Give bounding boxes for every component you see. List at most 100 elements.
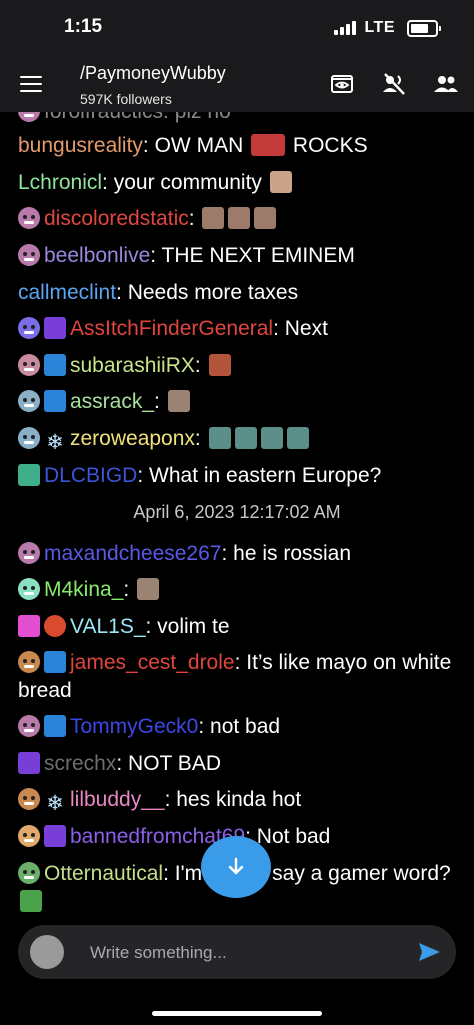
chat-message: callmeclint: Needs more taxes [18, 279, 458, 307]
user-badge-icon [18, 788, 40, 810]
chat-username[interactable]: Otternautical [44, 862, 163, 885]
chat-message: TommyGeck0: not bad [18, 713, 458, 741]
chat-username[interactable]: forolfrauctics [44, 112, 163, 123]
chat-message: james_cest_drole: It’s like mayo on whit… [18, 649, 458, 705]
chat-message: discoloredstatic: [18, 205, 458, 233]
chat-username[interactable]: discoloredstatic [44, 207, 189, 230]
message-text: : [188, 207, 201, 230]
snowflake-badge-icon: ❄ [46, 792, 64, 815]
chat-username[interactable]: lilbuddy__ [70, 788, 165, 811]
channel-name[interactable]: /PaymoneyWubby [80, 63, 226, 84]
emote-icon [234, 427, 257, 449]
subscriber-badge-icon [44, 825, 66, 847]
scroll-to-bottom-button[interactable] [201, 836, 271, 898]
status-bar: 1:15 LTE [0, 0, 474, 56]
message-text: : NOT BAD [116, 752, 221, 775]
user-badge-icon [18, 651, 40, 673]
emote-icon [254, 207, 277, 229]
chat-username[interactable]: subarashiiRX [70, 354, 195, 377]
chat-message: AssItchFinderGeneral: Next [18, 315, 458, 343]
chat-username[interactable]: AssItchFinderGeneral [70, 317, 273, 340]
emote-icon [251, 134, 286, 156]
user-badge-icon [18, 427, 40, 449]
message-text: : your community [102, 171, 268, 194]
mute-audio-icon[interactable] [380, 70, 408, 98]
chat-username[interactable]: M4kina_ [44, 578, 123, 601]
chat-username[interactable]: TommyGeck0 [70, 715, 198, 738]
user-badge-icon [18, 542, 40, 564]
chat-message: M4kina_: [18, 576, 458, 604]
message-text: : not bad [198, 715, 281, 738]
message-text: : plz no [163, 112, 231, 123]
message-composer [18, 925, 456, 979]
battery-icon [407, 19, 441, 37]
message-text: : OW MAN [142, 134, 250, 157]
message-text: : [123, 578, 136, 601]
network-type: LTE [364, 19, 395, 36]
moderator-badge-icon [18, 464, 40, 486]
send-icon[interactable] [416, 939, 442, 965]
chat-username[interactable]: james_cest_drole [70, 651, 235, 674]
chat-username[interactable]: bungusreality [18, 134, 143, 157]
emote-icon [228, 207, 251, 229]
chat-message: Lchronicl: your community [18, 169, 458, 197]
crown-badge-icon [44, 354, 66, 376]
chat-message: VAL1S_: volim te [18, 613, 458, 641]
message-text: : Next [273, 317, 328, 340]
emote-icon [208, 427, 231, 449]
emote-icon [137, 578, 160, 600]
chat-message: bungusreality: OW MAN ROCKS [18, 132, 458, 160]
user-badge-icon [18, 244, 40, 266]
arrow-down-icon [228, 857, 244, 875]
emote-icon [20, 890, 42, 912]
emote-icon [269, 171, 292, 193]
chat-header: /PaymoneyWubby 597K followers [0, 56, 474, 112]
chat-message: ❄ lilbuddy__: hes kinda hot [18, 786, 458, 815]
user-badge-icon [18, 825, 40, 847]
chat-timestamp: April 6, 2023 12:17:02 AM [133, 502, 341, 522]
user-badge-icon [18, 354, 40, 376]
chat-username[interactable]: VAL1S_ [70, 615, 146, 638]
message-text: ROCKS [287, 134, 368, 157]
user-badge-icon [18, 390, 40, 412]
user-badge-icon [18, 862, 40, 884]
chat-message: maxandcheese267: he is rossian [18, 540, 458, 568]
chat-message: subarashiiRX: [18, 352, 458, 380]
chat-message: beelbonlive: THE NEXT EMINEM [18, 242, 458, 270]
chat-message: assrack_: [18, 388, 458, 416]
hamburger-menu-icon[interactable] [20, 76, 42, 92]
emote-icon [202, 207, 225, 229]
emote-icon [208, 354, 231, 376]
emote-icon [167, 390, 190, 412]
message-text: : Needs more taxes [116, 281, 299, 304]
theater-mode-icon[interactable] [328, 70, 356, 98]
chat-username[interactable]: assrack_ [70, 390, 154, 413]
chat-username[interactable]: DLCBIGD [44, 464, 137, 487]
status-time: 1:15 [64, 16, 103, 37]
chat-username[interactable]: screchx [44, 752, 116, 775]
chat-message: ❄ zeroweaponx: [18, 425, 458, 454]
dragon-badge-icon [44, 615, 66, 637]
followers-count: 597K followers [80, 91, 172, 107]
chat-username[interactable]: beelbonlive [44, 244, 150, 267]
chat-username[interactable]: callmeclint [18, 281, 116, 304]
chat-username[interactable]: zeroweaponx [70, 427, 195, 450]
status-indicators: LTE [334, 19, 441, 37]
message-text: : volim te [145, 615, 230, 638]
message-input[interactable] [88, 939, 392, 967]
user-badge-icon [18, 578, 40, 600]
chat-message: screchx: NOT BAD [18, 750, 458, 778]
crown-badge-icon [44, 651, 66, 673]
chat-username[interactable]: Lchronicl [18, 171, 102, 194]
message-text: : [194, 427, 207, 450]
crown-badge-icon [44, 390, 66, 412]
message-text: : What in eastern Europe? [137, 464, 382, 487]
signal-icon [334, 21, 357, 35]
chat-username[interactable]: maxandcheese267 [44, 542, 221, 565]
snowflake-badge-icon: ❄ [46, 431, 64, 454]
user-badge-icon [18, 207, 40, 229]
message-text: : hes kinda hot [164, 788, 302, 811]
users-icon[interactable] [432, 70, 460, 98]
chat-message-partial: forolfrauctics: plz no [18, 112, 458, 126]
home-indicator [152, 1011, 322, 1016]
